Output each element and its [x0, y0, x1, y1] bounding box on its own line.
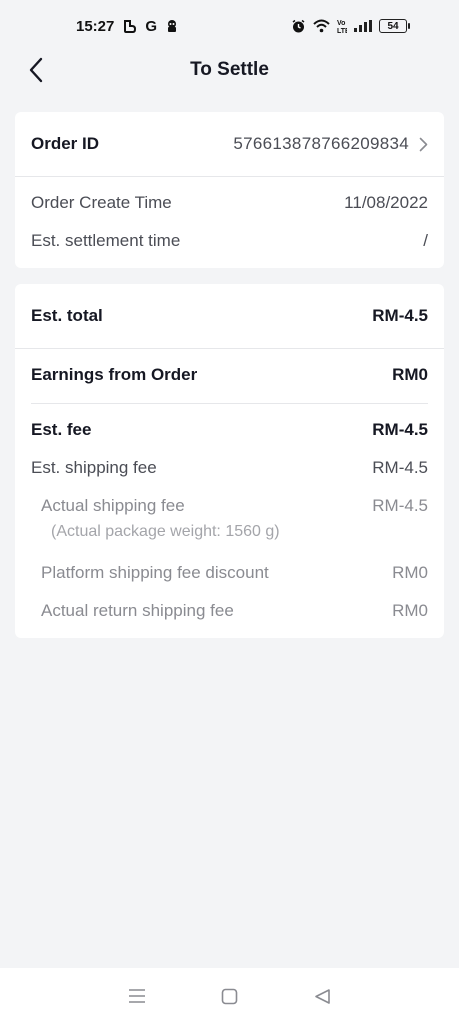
nav-home-button[interactable]	[215, 981, 245, 1011]
order-id-value: 576613878766209834	[233, 134, 409, 153]
amount-card: Est. total RM-4.5 Earnings from Order RM…	[15, 284, 444, 638]
settlement-time-value: /	[423, 231, 428, 250]
system-nav-bar	[0, 968, 459, 1024]
platform-discount-row: Platform shipping fee discount RM0	[41, 561, 428, 585]
est-total-row: Est. total RM-4.5	[31, 304, 428, 328]
order-id-value-group: 576613878766209834	[233, 134, 428, 154]
volte-icon: VoLTE	[337, 18, 347, 34]
status-bar: 15:27 G VoLTE 54	[0, 0, 459, 52]
est-fee-value: RM-4.5	[372, 420, 428, 439]
est-shipping-label: Est. shipping fee	[31, 458, 157, 477]
chevron-left-icon	[29, 57, 43, 83]
signal-icon	[354, 20, 372, 32]
nav-menu-button[interactable]	[122, 981, 152, 1011]
back-button[interactable]	[22, 56, 50, 84]
square-home-icon	[221, 988, 238, 1004]
page-header: To Settle	[0, 52, 459, 88]
triangle-back-icon	[315, 988, 330, 1004]
actual-shipping-value: RM-4.5	[372, 496, 428, 515]
order-id-label: Order ID	[31, 134, 100, 153]
est-shipping-row: Est. shipping fee RM-4.5	[31, 456, 428, 480]
google-icon: G	[145, 17, 158, 35]
status-left: 15:27 G	[76, 18, 179, 35]
earnings-row: Earnings from Order RM0	[31, 363, 428, 387]
settlement-time-label: Est. settlement time	[31, 231, 181, 250]
actual-shipping-row: Actual shipping fee RM-4.5	[41, 494, 428, 518]
return-shipping-value: RM0	[392, 601, 428, 620]
notification-figure-icon	[165, 19, 179, 33]
order-create-time-label: Order Create Time	[31, 193, 172, 212]
package-weight-note: (Actual package weight: 1560 g)	[51, 523, 280, 540]
chevron-right-icon	[419, 137, 428, 151]
wifi-icon	[313, 19, 330, 33]
order-create-time-row: Order Create Time 11/08/2022	[31, 191, 428, 215]
est-total-value: RM-4.5	[372, 306, 428, 325]
return-shipping-row: Actual return shipping fee RM0	[41, 599, 428, 623]
page-title: To Settle	[190, 59, 269, 80]
settlement-time-row: Est. settlement time /	[31, 229, 428, 253]
est-fee-label: Est. fee	[31, 420, 92, 439]
nav-back-button[interactable]	[308, 981, 338, 1011]
status-right: VoLTE 54	[291, 18, 410, 34]
est-total-label: Est. total	[31, 306, 103, 325]
platform-discount-value: RM0	[392, 563, 428, 582]
platform-discount-label: Platform shipping fee discount	[41, 563, 269, 582]
svg-text:LTE: LTE	[337, 28, 347, 34]
notification-app-icon	[122, 19, 137, 34]
return-shipping-label: Actual return shipping fee	[41, 601, 234, 620]
divider	[15, 176, 444, 177]
actual-shipping-label: Actual shipping fee	[41, 496, 185, 515]
status-time: 15:27	[76, 17, 115, 35]
divider	[31, 403, 428, 404]
order-info-card: Order ID 576613878766209834 Order Create…	[15, 112, 444, 268]
earnings-value: RM0	[392, 365, 428, 384]
menu-icon	[128, 989, 145, 1003]
est-shipping-value: RM-4.5	[372, 458, 428, 477]
est-fee-row: Est. fee RM-4.5	[31, 418, 428, 442]
order-create-time-value: 11/08/2022	[344, 193, 428, 212]
alarm-icon	[291, 19, 306, 34]
svg-text:Vo: Vo	[337, 20, 345, 27]
battery-icon: 54	[379, 19, 410, 33]
order-id-row[interactable]: Order ID 576613878766209834	[31, 132, 428, 156]
divider	[15, 348, 444, 349]
earnings-label: Earnings from Order	[31, 365, 198, 384]
